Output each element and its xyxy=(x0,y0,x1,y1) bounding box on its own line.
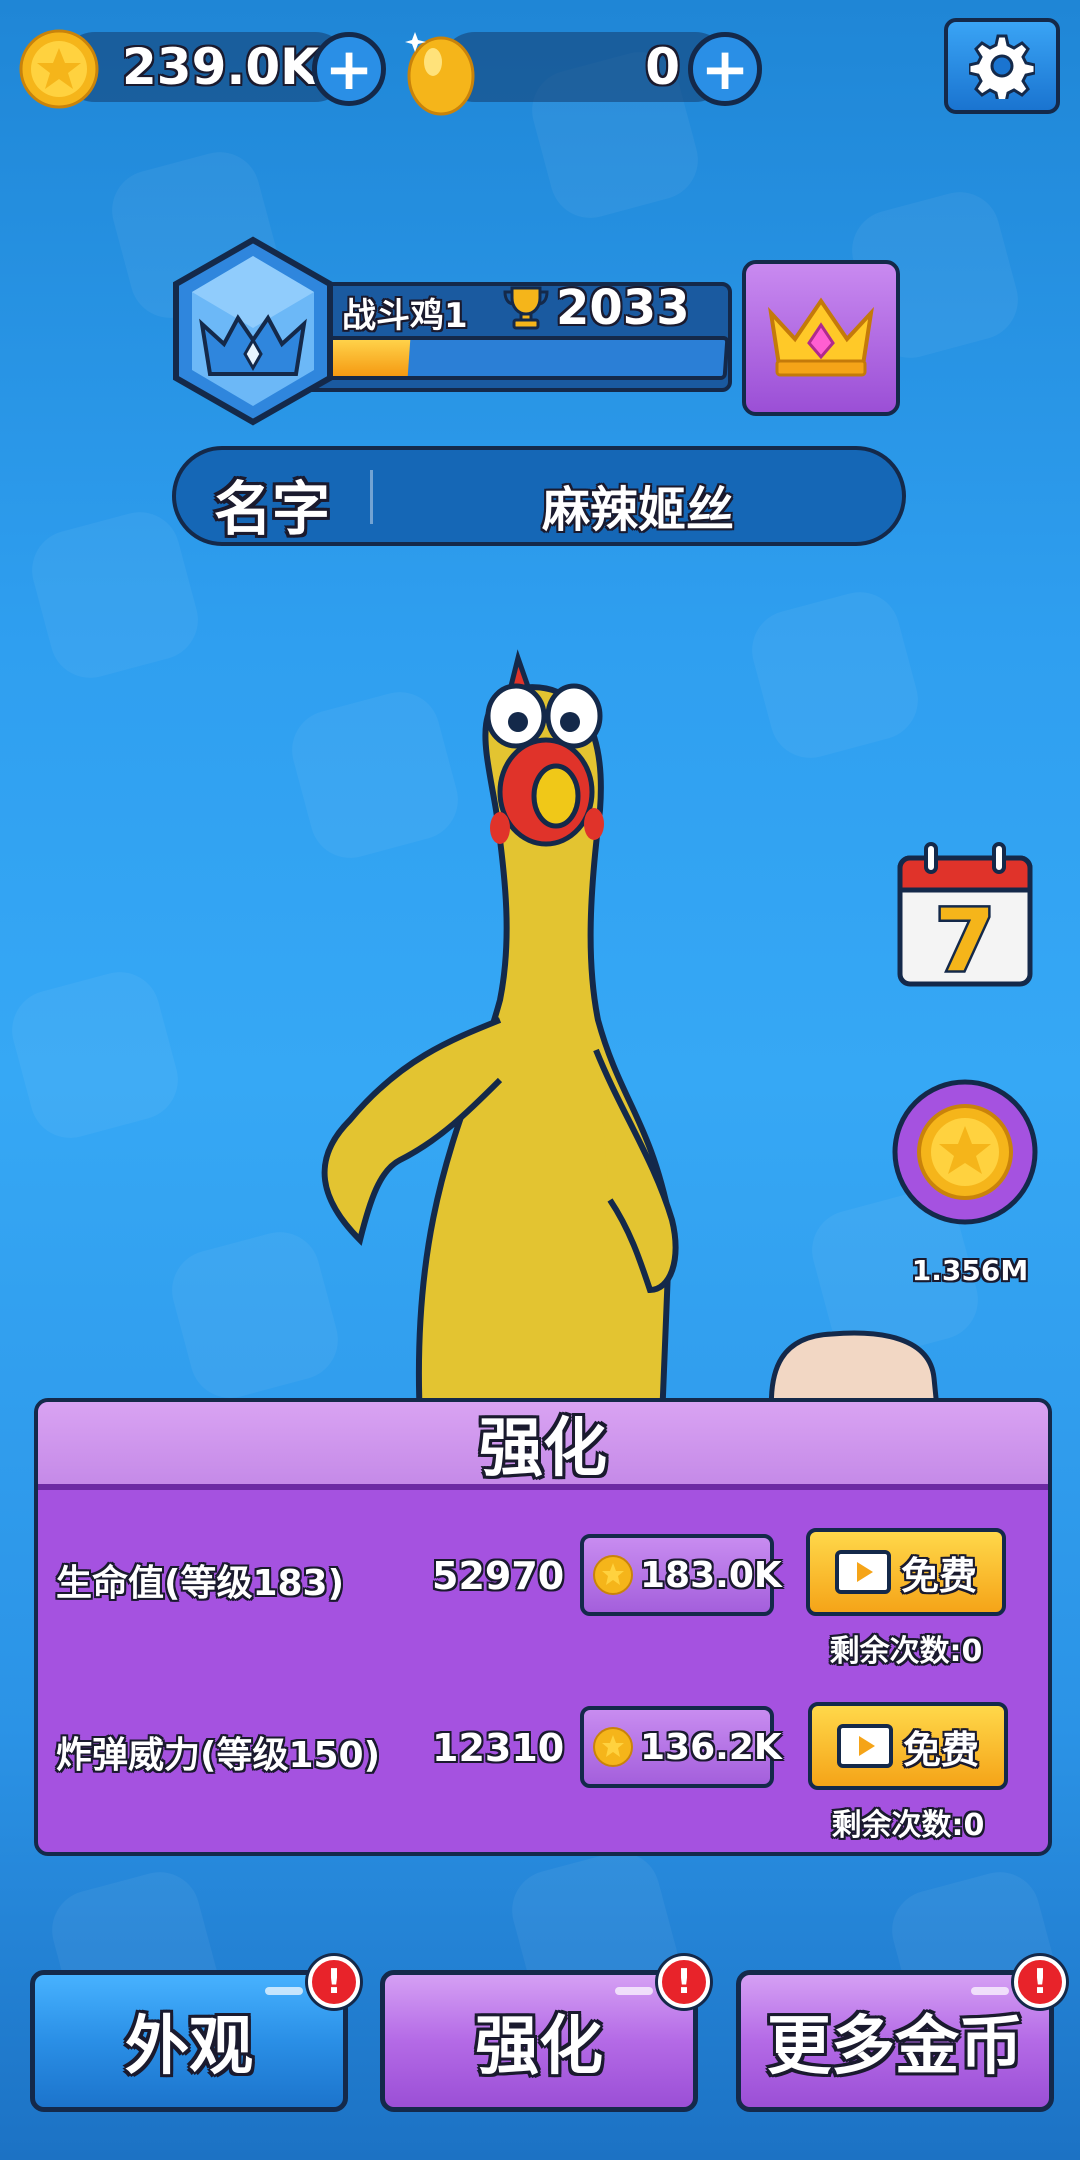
video-play-icon xyxy=(836,1724,893,1768)
nav-upgrade-label: 强化 xyxy=(475,2010,603,2084)
upgrade-row-value: 52970 xyxy=(432,1554,565,1598)
egg-icon xyxy=(405,32,475,116)
coin-bonus-amount: 1.356M xyxy=(911,1254,1029,1287)
more-coins-alert-icon: ! xyxy=(1014,1956,1066,2008)
free-label: 免费 xyxy=(902,1727,979,1772)
rank-name: 战斗鸡1 xyxy=(342,296,468,336)
add-coins-button[interactable]: + xyxy=(312,32,386,106)
free-upgrade-button[interactable]: 免费 xyxy=(808,1702,1008,1790)
rank-badge-icon[interactable] xyxy=(168,236,338,426)
nav-more-coins-button[interactable]: 更多金币 xyxy=(736,1970,1054,2112)
egg-amount: 0 xyxy=(645,38,680,96)
free-upgrade-button[interactable]: 免费 xyxy=(806,1528,1006,1616)
upgrade-row-label: 炸弹威力(等级150) xyxy=(56,1735,381,1776)
crown-icon xyxy=(768,297,874,377)
trophy-icon xyxy=(503,286,549,330)
button-shine xyxy=(615,1987,653,1995)
nav-more-coins-label: 更多金币 xyxy=(767,2010,1023,2084)
calendar-day: 7 xyxy=(935,891,995,990)
upgrade-row-label: 生命值(等级183) xyxy=(56,1563,345,1604)
nav-upgrade-button[interactable]: 强化 xyxy=(380,1970,698,2112)
name-label: 名字 xyxy=(214,475,331,543)
upgrade-panel-title: 强化 xyxy=(38,1402,1048,1490)
add-eggs-button[interactable]: + xyxy=(688,32,762,106)
daily-calendar-button[interactable]: 7 xyxy=(896,840,1034,990)
upgrade-cost: 136.2K xyxy=(640,1726,782,1768)
upgrade-cost-button[interactable]: 136.2K xyxy=(580,1706,782,1788)
gear-icon xyxy=(969,34,1035,99)
rank-progress-bar xyxy=(314,336,730,380)
coin-amount: 239.0K xyxy=(122,38,319,96)
remaining-count: 剩余次数:0 xyxy=(831,1808,985,1843)
nav-appearance-label: 外观 xyxy=(125,2010,253,2084)
vip-crown-button[interactable] xyxy=(742,260,900,416)
settings-button[interactable] xyxy=(944,18,1060,114)
nav-appearance-button[interactable]: 外观 xyxy=(30,1970,348,2112)
upgrade-alert-icon: ! xyxy=(658,1956,710,2008)
coin-icon xyxy=(19,29,99,109)
upgrade-cost: 183.0K xyxy=(640,1554,782,1596)
free-label: 免费 xyxy=(900,1553,977,1598)
appearance-alert-icon: ! xyxy=(308,1956,360,2008)
rubber-chicken-character xyxy=(321,649,679,1400)
button-shine xyxy=(971,1987,1009,1995)
video-play-icon xyxy=(834,1550,891,1594)
player-name: 麻辣姬丝 xyxy=(541,482,734,538)
upgrade-cost-button[interactable]: 183.0K xyxy=(580,1534,782,1616)
coin-icon xyxy=(593,1727,633,1767)
coin-bonus-button[interactable] xyxy=(890,1074,1040,1230)
button-shine xyxy=(265,1987,303,1995)
coin-icon xyxy=(593,1555,633,1595)
upgrade-row-value: 12310 xyxy=(432,1726,565,1770)
remaining-count: 剩余次数:0 xyxy=(829,1634,983,1669)
trophy-count: 2033 xyxy=(556,280,690,336)
